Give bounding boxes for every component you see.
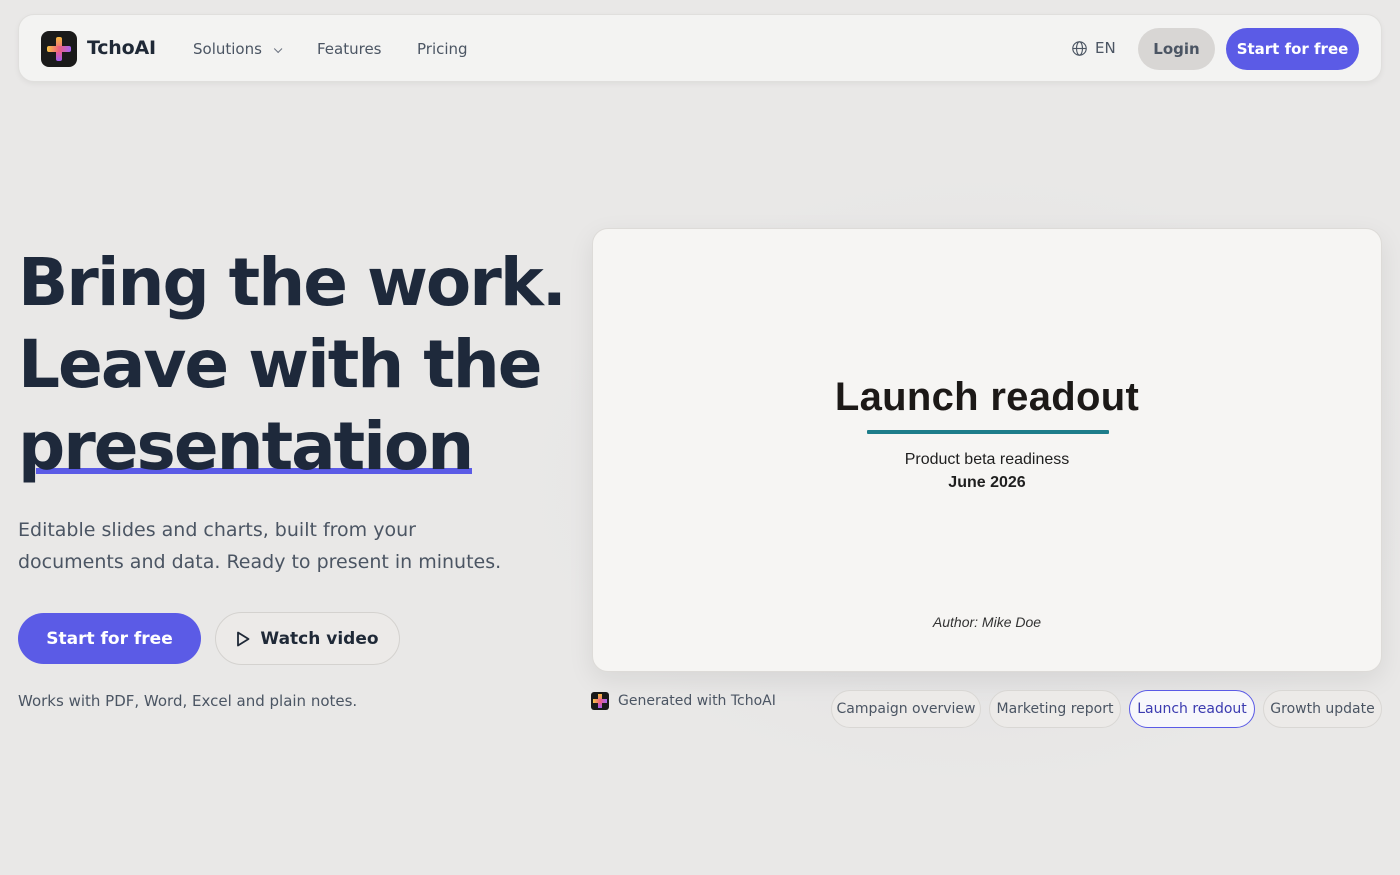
hero-start-free-button[interactable]: Start for free	[18, 613, 201, 664]
brand-logo-icon[interactable]	[41, 31, 77, 67]
language-label: EN	[1095, 39, 1116, 57]
template-pill-marketing-report[interactable]: Marketing report	[989, 690, 1121, 728]
play-icon	[237, 631, 250, 646]
generated-with-label: Generated with TchoAI	[618, 693, 776, 709]
language-selector[interactable]: EN	[1071, 39, 1116, 57]
brand-mini-logo-icon	[591, 692, 609, 710]
template-pill-launch-readout[interactable]: Launch readout	[1129, 690, 1255, 728]
nav-solutions-label: Solutions	[193, 40, 262, 58]
watch-video-label: Watch video	[260, 628, 379, 649]
template-pill-growth-update[interactable]: Growth update	[1263, 690, 1382, 728]
hero-title-line-2: Leave with the	[18, 326, 543, 403]
chevron-down-icon	[273, 44, 283, 54]
slide-preview-card[interactable]: Launch readout Product beta readiness Ju…	[592, 228, 1382, 672]
generated-with-badge: Generated with TchoAI	[591, 692, 776, 710]
slide-subtitle: Product beta readiness	[904, 451, 1070, 468]
hero-title-highlight: presentation	[18, 406, 474, 488]
top-navbar: TchoAI Solutions Features Pricing EN Log…	[18, 14, 1382, 82]
nav-start-free-button[interactable]: Start for free	[1226, 28, 1359, 70]
globe-icon	[1072, 40, 1087, 56]
supported-formats-note: Works with PDF, Word, Excel and plain no…	[18, 692, 358, 710]
watch-video-button[interactable]: Watch video	[215, 612, 400, 665]
nav-pricing[interactable]: Pricing	[417, 40, 468, 58]
hero-title: Bring the work. Leave with the presentat…	[18, 242, 578, 488]
login-button[interactable]: Login	[1138, 28, 1215, 70]
hero-title-line-1: Bring the work.	[18, 244, 567, 321]
slide-author: Author: Mike Doe	[932, 614, 1042, 630]
nav-features[interactable]: Features	[317, 40, 382, 58]
slide-date: June 2026	[948, 474, 1026, 491]
slide-title-underline	[867, 430, 1109, 434]
nav-solutions[interactable]: Solutions	[193, 40, 283, 58]
slide-title: Launch readout	[834, 375, 1140, 419]
template-pill-campaign-overview[interactable]: Campaign overview	[831, 690, 981, 728]
hero-subtitle: Editable slides and charts, built from y…	[18, 519, 502, 573]
brand-name[interactable]: TchoAI	[87, 37, 156, 59]
